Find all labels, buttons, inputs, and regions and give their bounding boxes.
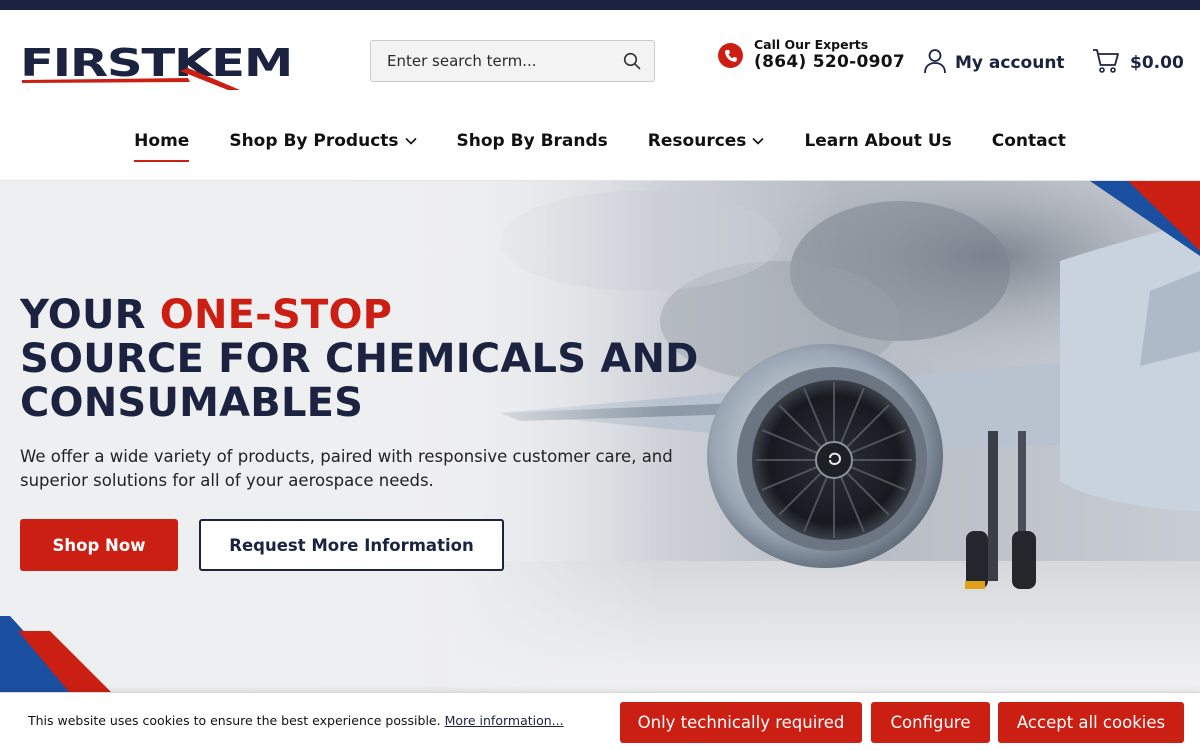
chevron-down-icon xyxy=(404,137,417,145)
cookie-message: This website uses cookies to ensure the … xyxy=(28,713,564,728)
hero-content: YOUR ONE-STOP SOURCE FOR CHEMICALS AND C… xyxy=(20,293,700,571)
phone-icon xyxy=(718,43,743,68)
request-info-button[interactable]: Request More Information xyxy=(199,519,504,571)
nav-shop-by-brands[interactable]: Shop By Brands xyxy=(437,128,628,154)
cookie-banner: This website uses cookies to ensure the … xyxy=(0,692,1200,750)
call-label: Call Our Experts xyxy=(754,37,869,52)
search-input[interactable] xyxy=(387,52,622,70)
nav-home[interactable]: Home xyxy=(114,128,209,162)
top-strip xyxy=(0,0,1200,10)
headline-highlight: ONE-STOP xyxy=(159,292,393,338)
only-required-cookies-button[interactable]: Only technically required xyxy=(620,702,862,743)
configure-cookies-button[interactable]: Configure xyxy=(871,702,990,743)
search-bar xyxy=(370,40,655,82)
shop-now-button[interactable]: Shop Now xyxy=(20,519,178,571)
firstkem-logo[interactable]: FIRSTKEM xyxy=(20,38,296,92)
accept-all-cookies-button[interactable]: Accept all cookies xyxy=(998,702,1184,743)
cookie-more-info-link[interactable]: More information... xyxy=(445,713,564,728)
nav-contact[interactable]: Contact xyxy=(972,128,1086,154)
search-icon[interactable] xyxy=(622,51,642,71)
phone-number[interactable]: (864) 520-0907 xyxy=(754,52,905,73)
nav-shop-by-products[interactable]: Shop By Products xyxy=(209,128,436,154)
nav-resources[interactable]: Resources xyxy=(628,128,785,154)
hero-banner: YOUR ONE-STOP SOURCE FOR CHEMICALS AND C… xyxy=(0,180,1200,692)
site-header: FIRSTKEM Call Our Experts (864) 520-0907… xyxy=(0,10,1200,180)
cart-link[interactable]: $0.00 xyxy=(1092,48,1184,78)
cart-icon xyxy=(1092,48,1120,78)
hero-buttons: Shop Now Request More Information xyxy=(20,519,700,571)
chevron-down-icon xyxy=(752,137,765,145)
cart-total: $0.00 xyxy=(1130,53,1184,73)
call-experts[interactable]: Call Our Experts (864) 520-0907 xyxy=(718,38,905,73)
hero-subtext: We offer a wide variety of products, pai… xyxy=(20,447,673,490)
nav-learn-about-us[interactable]: Learn About Us xyxy=(784,128,971,154)
user-icon xyxy=(923,48,947,78)
my-account-link[interactable]: My account xyxy=(923,48,1065,78)
hero-headline: YOUR ONE-STOP SOURCE FOR CHEMICALS AND C… xyxy=(20,292,699,426)
main-nav: Home Shop By Products Shop By Brands Res… xyxy=(0,128,1200,162)
my-account-label: My account xyxy=(955,53,1065,73)
